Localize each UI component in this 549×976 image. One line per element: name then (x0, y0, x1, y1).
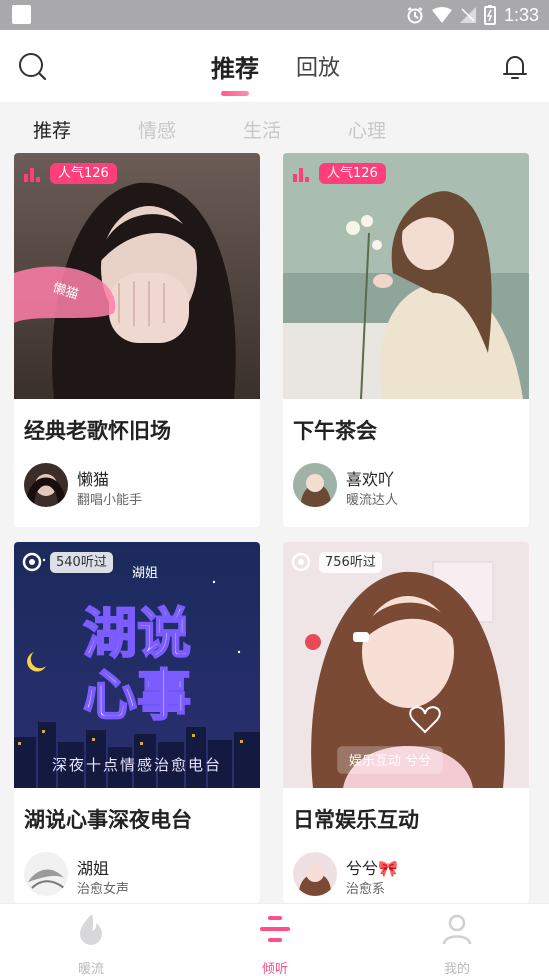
room-cover-image: 娱乐互动 兮兮 756听过 (283, 542, 529, 788)
avatar[interactable] (293, 463, 337, 507)
user-desc: 治愈女声 (77, 882, 130, 897)
room-title: 日常娱乐互动 (293, 808, 419, 832)
nav-label: 暖流 (77, 962, 104, 976)
popularity-badge: 人气126 (319, 162, 386, 184)
popularity-icon (24, 168, 40, 182)
category-tabs: 推荐 情感 生活 心理 (0, 102, 549, 152)
room-card[interactable]: 懒猫 人气126 经典老歌怀旧场 懒猫 翻唱小能手 (14, 153, 260, 527)
avatar[interactable] (24, 852, 68, 896)
cover-subtitle: 深夜十点情感治愈电台 (52, 756, 222, 774)
avatar[interactable] (24, 463, 68, 507)
popularity-badge: 人气126 (50, 162, 117, 184)
flame-icon (80, 914, 102, 945)
listen-count-badge: 540听过 (50, 551, 113, 573)
cover-brand: 湖姐 (132, 566, 158, 581)
search-icon[interactable] (18, 52, 48, 82)
cover-title-line1: 湖说 (83, 602, 191, 665)
user-name: 懒猫 (77, 470, 110, 489)
active-tab-indicator (221, 91, 249, 96)
status-bar: 1:33 (0, 0, 549, 30)
room-title: 湖说心事深夜电台 (24, 808, 192, 832)
cover-overlay-text: 娱乐互动 兮兮 (349, 754, 431, 769)
status-time: 1:33 (503, 4, 539, 25)
room-card[interactable]: 人气126 下午茶会 喜欢吖 暖流达人 (283, 153, 529, 527)
category-psychology[interactable]: 心理 (348, 116, 386, 143)
category-recommend[interactable]: 推荐 (33, 116, 71, 143)
user-desc: 暖流达人 (346, 493, 399, 508)
room-card[interactable]: 湖说 心事 深夜十点情感治愈电台 湖姐 540听过 湖说心事深夜电台 湖姐 治愈… (14, 542, 260, 903)
wifi-icon (431, 7, 452, 23)
person-icon (442, 914, 472, 945)
nav-item-mine[interactable]: 我的 (412, 912, 502, 976)
top-header: 推荐 回放 (0, 30, 549, 102)
room-cover-image: 懒猫 人气126 (14, 153, 260, 399)
user-name: 兮兮🎀 (346, 859, 398, 878)
nav-item-nuanliu[interactable]: 暖流 (46, 912, 136, 976)
bottom-navigation: 暖流 倾听 我的 (0, 903, 549, 976)
user-name: 湖姐 (77, 859, 110, 878)
notification-icon (12, 5, 31, 24)
avatar[interactable] (293, 852, 337, 896)
tab-replay[interactable]: 回放 (296, 50, 340, 82)
cover-title-line2: 心事 (83, 664, 191, 727)
listen-lines-icon (260, 916, 290, 942)
room-card[interactable]: 娱乐互动 兮兮 756听过 日常娱乐互动 兮兮🎀 治愈系 (283, 542, 529, 903)
bell-icon[interactable] (500, 52, 530, 82)
category-life[interactable]: 生活 (243, 116, 281, 143)
user-desc: 翻唱小能手 (77, 493, 143, 508)
category-emotion[interactable]: 情感 (138, 116, 176, 143)
user-desc: 治愈系 (346, 882, 386, 897)
tab-recommend[interactable]: 推荐 (211, 49, 259, 84)
listen-count-badge: 756听过 (319, 551, 382, 573)
signal-icon (459, 7, 476, 23)
room-cover-image: 人气126 (283, 153, 529, 399)
room-title: 下午茶会 (293, 419, 377, 443)
nav-label: 我的 (443, 962, 470, 976)
nav-label: 倾听 (261, 962, 288, 976)
room-cover-image: 湖说 心事 深夜十点情感治愈电台 湖姐 540听过 (14, 542, 260, 788)
user-name: 喜欢吖 (346, 470, 395, 489)
alarm-icon (407, 7, 423, 24)
popularity-icon (293, 168, 309, 182)
battery-icon (483, 5, 496, 25)
play-count-icon (22, 552, 42, 572)
play-count-icon (291, 552, 311, 572)
room-title: 经典老歌怀旧场 (24, 419, 171, 443)
nav-item-qingting[interactable]: 倾听 (230, 912, 320, 976)
